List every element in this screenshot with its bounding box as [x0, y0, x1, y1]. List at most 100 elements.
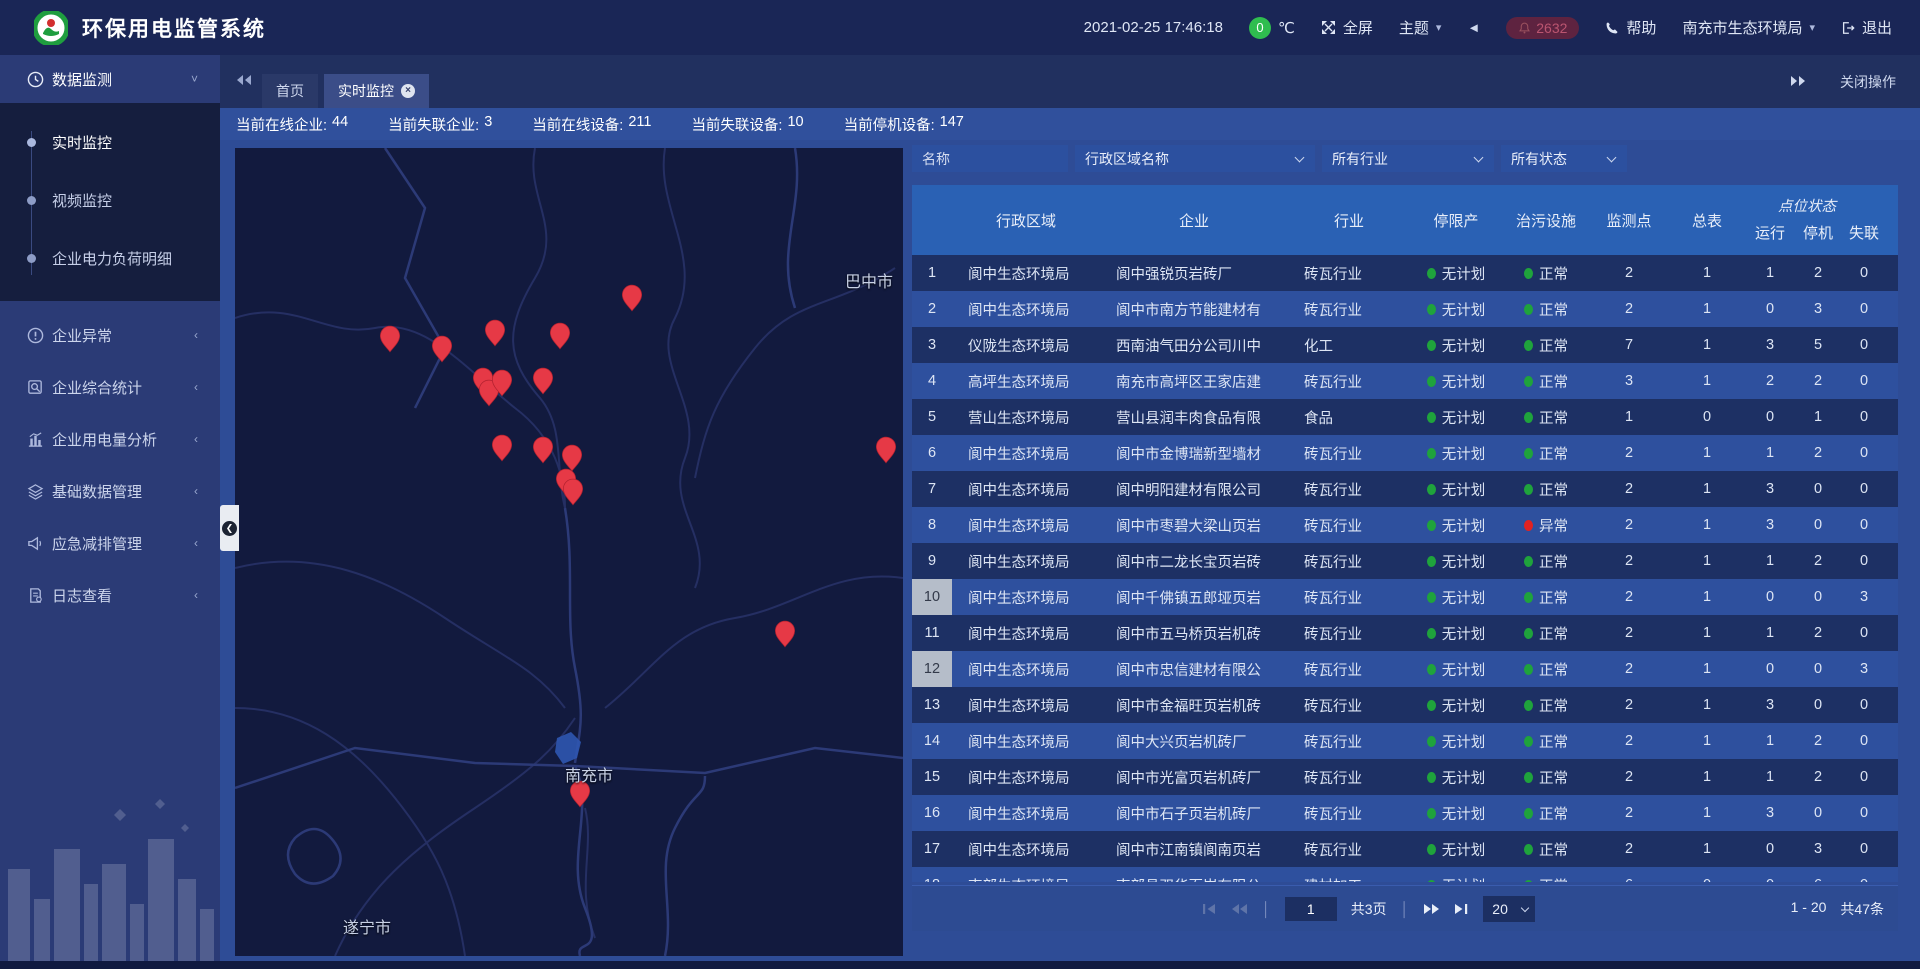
- row-total-meter: 1: [1668, 543, 1746, 579]
- map-pin[interactable]: [379, 325, 401, 353]
- table-row[interactable]: 13 阆中生态环境局 阆中市金福旺页岩机砖 砖瓦行业 无计划 正常 2 1 3 …: [912, 687, 1898, 723]
- table-row[interactable]: 15 阆中生态环境局 阆中市光富页岩机砖厂 砖瓦行业 无计划 正常 2 1 1 …: [912, 759, 1898, 795]
- row-stop-limit: 无计划: [1410, 687, 1502, 723]
- sidebar-item-emergency-reduction[interactable]: 应急减排管理 ‹: [0, 517, 220, 569]
- map-pin[interactable]: [491, 369, 513, 397]
- close-icon[interactable]: ×: [401, 84, 415, 98]
- table-row[interactable]: 2 阆中生态环境局 阆中市南方节能建材有 砖瓦行业 无计划 正常 2 1 0 3…: [912, 291, 1898, 327]
- map-pin[interactable]: [562, 478, 584, 506]
- status-dot: [1524, 304, 1533, 315]
- industry-filter-select[interactable]: 所有行业: [1322, 145, 1494, 172]
- status-dot: [1524, 376, 1533, 387]
- table-row[interactable]: 8 阆中生态环境局 阆中市枣碧大梁山页岩 砖瓦行业 无计划 异常 2 1 3 0…: [912, 507, 1898, 543]
- table-row[interactable]: 3 仪陇生态环境局 西南油气田分公司川中 化工 无计划 正常 7 1 3 5 0: [912, 327, 1898, 363]
- col-treatment: 治污设施: [1502, 185, 1590, 255]
- table-row[interactable]: 14 阆中生态环境局 阆中大兴页岩机砖厂 砖瓦行业 无计划 正常 2 1 1 2…: [912, 723, 1898, 759]
- row-treatment: 正常: [1502, 291, 1590, 327]
- sidebar-item-enterprise-abnormal[interactable]: 企业异常 ‹: [0, 309, 220, 361]
- map-pin[interactable]: [431, 335, 453, 363]
- map-pin[interactable]: [621, 284, 643, 312]
- first-page-button[interactable]: [1202, 903, 1217, 915]
- row-industry: 砖瓦行业: [1288, 687, 1410, 723]
- sidebar-item-electricity-analysis[interactable]: 企业用电量分析 ‹: [0, 413, 220, 465]
- sidebar-item-realtime-monitoring[interactable]: 实时监控: [0, 113, 220, 171]
- tabs-scroll-left-button[interactable]: [236, 73, 252, 91]
- row-index: 10: [912, 579, 952, 615]
- map-pin[interactable]: [491, 434, 513, 462]
- pagination-bar: │ 共3页 │ 20 1 - 20 共47条: [912, 885, 1898, 931]
- map-city-label: 巴中市: [845, 268, 893, 292]
- map-pin[interactable]: [532, 436, 554, 464]
- row-stop: 0: [1794, 795, 1842, 831]
- row-stop-limit: 无计划: [1410, 651, 1502, 687]
- last-page-button[interactable]: [1454, 903, 1469, 915]
- row-run: 1: [1746, 615, 1794, 651]
- sidebar-item-enterprise-statistics[interactable]: 企业综合统计 ‹: [0, 361, 220, 413]
- logout-button[interactable]: 退出: [1841, 17, 1892, 38]
- page-number-input[interactable]: [1285, 897, 1337, 921]
- theme-dropdown[interactable]: 主题▾: [1399, 17, 1442, 38]
- row-run: 3: [1746, 795, 1794, 831]
- help-button[interactable]: 帮助: [1605, 17, 1656, 38]
- name-filter-input[interactable]: [912, 145, 1068, 172]
- region-filter-select[interactable]: 行政区域名称: [1075, 145, 1315, 172]
- col-region: 行政区域: [952, 185, 1100, 255]
- table-row[interactable]: 1 阆中生态环境局 阆中强锐页岩砖厂 砖瓦行业 无计划 正常 2 1 1 2 0: [912, 255, 1898, 291]
- row-company: 阆中市五马桥页岩机砖: [1100, 615, 1288, 651]
- prev-page-button[interactable]: [1231, 903, 1248, 915]
- row-run: 1: [1746, 759, 1794, 795]
- sidebar-item-video-monitoring[interactable]: 视频监控: [0, 171, 220, 229]
- fullscreen-button[interactable]: 全屏: [1321, 17, 1373, 38]
- table-row[interactable]: 7 阆中生态环境局 阆中明阳建材有限公司 砖瓦行业 无计划 正常 2 1 3 0…: [912, 471, 1898, 507]
- row-stop: 2: [1794, 615, 1842, 651]
- row-region: 阆中生态环境局: [952, 435, 1100, 471]
- map-pin[interactable]: [484, 319, 506, 347]
- map-pin[interactable]: [549, 322, 571, 350]
- layers-icon: [26, 482, 44, 500]
- row-total-meter: 1: [1668, 831, 1746, 867]
- tab-realtime-monitoring[interactable]: 实时监控 ×: [324, 74, 429, 108]
- row-lost: 0: [1842, 363, 1886, 399]
- map-panel[interactable]: 巴中市南充市遂宁市: [235, 148, 903, 956]
- table-row[interactable]: 16 阆中生态环境局 阆中市石子页岩机砖厂 砖瓦行业 无计划 正常 2 1 3 …: [912, 795, 1898, 831]
- sidebar-item-data-monitoring[interactable]: 数据监测 ˅: [0, 55, 220, 103]
- status-filter-select[interactable]: 所有状态: [1501, 145, 1627, 172]
- close-operations-button[interactable]: 关闭操作: [1840, 72, 1896, 92]
- sidebar-item-base-data[interactable]: 基础数据管理 ‹: [0, 465, 220, 517]
- table-row[interactable]: 6 阆中生态环境局 阆中市金博瑞新型墙材 砖瓦行业 无计划 正常 2 1 1 2…: [912, 435, 1898, 471]
- map-pin[interactable]: [875, 436, 897, 464]
- sidebar-item-power-load-detail[interactable]: 企业电力负荷明细: [0, 229, 220, 287]
- table-row[interactable]: 11 阆中生态环境局 阆中市五马桥页岩机砖 砖瓦行业 无计划 正常 2 1 1 …: [912, 615, 1898, 651]
- table-row[interactable]: 4 高坪生态环境局 南充市高坪区王家店建 砖瓦行业 无计划 正常 3 1 2 2…: [912, 363, 1898, 399]
- mute-speaker-icon[interactable]: ◄: [1467, 20, 1480, 35]
- sidebar-item-log-view[interactable]: 日志查看 ‹: [0, 569, 220, 621]
- app-title: 环保用电监管系统: [82, 13, 266, 43]
- map-collapse-button[interactable]: ❮: [220, 505, 239, 551]
- tabs-scroll-right-button[interactable]: [1790, 74, 1806, 90]
- row-lost: 0: [1842, 255, 1886, 291]
- status-dot: [1427, 880, 1436, 883]
- page-size-select[interactable]: 20: [1483, 896, 1535, 922]
- stat-item: 当前在线设备:211: [532, 114, 651, 135]
- map-pin[interactable]: [774, 620, 796, 648]
- tab-home[interactable]: 首页: [262, 74, 318, 108]
- table-row[interactable]: 18 南部生态环境局 南部县双华页岩有限公 建材加工 无计划 正常 6 0 0 …: [912, 867, 1898, 882]
- row-monitor-points: 2: [1590, 507, 1668, 543]
- table-row[interactable]: 12 阆中生态环境局 阆中市忠信建材有限公 砖瓦行业 无计划 正常 2 1 0 …: [912, 651, 1898, 687]
- row-stop-limit: 无计划: [1410, 615, 1502, 651]
- row-total-meter: 1: [1668, 795, 1746, 831]
- pagination-range: 1 - 20 共47条: [1791, 899, 1884, 919]
- row-total-meter: 1: [1668, 759, 1746, 795]
- row-industry: 砖瓦行业: [1288, 759, 1410, 795]
- chevron-left-icon: ‹: [194, 328, 198, 342]
- next-page-button[interactable]: [1423, 903, 1440, 915]
- map-pin[interactable]: [532, 367, 554, 395]
- org-dropdown[interactable]: 南充市生态环境局▾: [1682, 17, 1815, 38]
- table-row[interactable]: 5 营山生态环境局 营山县润丰肉食品有限 食品 无计划 正常 1 0 0 1 0: [912, 399, 1898, 435]
- notification-badge[interactable]: 2632: [1506, 17, 1579, 39]
- table-row[interactable]: 17 阆中生态环境局 阆中市江南镇阆南页岩 砖瓦行业 无计划 正常 2 1 0 …: [912, 831, 1898, 867]
- table-row[interactable]: 9 阆中生态环境局 阆中市二龙长宝页岩砖 砖瓦行业 无计划 正常 2 1 1 2…: [912, 543, 1898, 579]
- row-company: 阆中市金福旺页岩机砖: [1100, 687, 1288, 723]
- table-row[interactable]: 10 阆中生态环境局 阆中千佛镇五郎垭页岩 砖瓦行业 无计划 正常 2 1 0 …: [912, 579, 1898, 615]
- row-treatment: 正常: [1502, 399, 1590, 435]
